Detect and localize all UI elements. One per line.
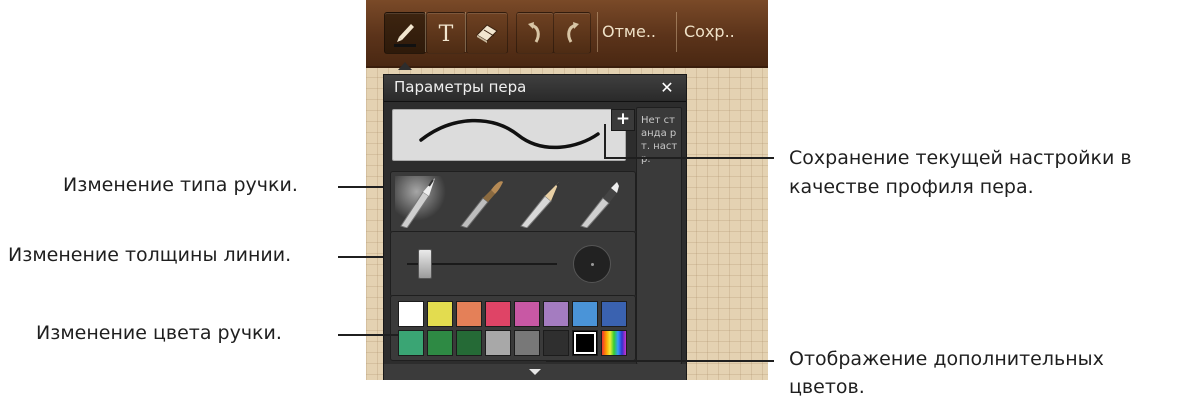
text-tool-button[interactable]: T [426,12,466,54]
undo-button[interactable] [516,12,554,54]
callout-more-colors-2: цветов. [789,376,865,398]
color-swatch[interactable] [427,301,453,327]
pen-presets-list[interactable]: Нет станда рт. настр. [636,107,682,365]
callout-line [338,256,383,258]
text-icon: T [439,22,454,46]
color-palette [390,295,636,361]
save-button[interactable]: Сохр.. [684,22,735,41]
color-swatch[interactable] [543,330,569,356]
pencil-icon [520,182,559,229]
toolbar-divider [597,12,598,52]
color-swatch[interactable] [456,330,482,356]
marker-icon [580,182,619,229]
eraser-tool-button[interactable] [466,12,508,54]
plus-icon[interactable]: + [611,109,635,131]
callout-line [338,334,398,336]
pen-icon [394,24,416,47]
brush-icon [460,181,503,229]
panel-header: Параметры пера ✕ [384,75,686,102]
color-swatch-custom[interactable] [601,330,627,356]
phone-screen: T Отме.. Сохр.. Параметры пера ✕ + Нет с… [366,0,768,380]
callout-pen-color: Изменение цвета ручки. [36,322,282,344]
thickness-slider-handle[interactable] [418,249,432,279]
color-swatch[interactable] [514,330,540,356]
panel-title: Параметры пера [394,78,527,96]
callout-save-profile-1: Сохранение текущей настройки в [789,147,1132,169]
pen-type-brush[interactable] [455,176,509,229]
cancel-button[interactable]: Отме.. [602,22,656,41]
chevron-down-icon[interactable] [529,369,541,375]
pen-type-marker[interactable] [575,176,629,229]
pen-type-selector [390,171,636,233]
color-swatch[interactable] [398,301,424,327]
color-swatch[interactable] [572,330,598,356]
callout-save-profile-2: качестве профиля пера. [789,176,1034,198]
redo-icon [567,22,579,43]
thickness-preview [573,245,611,283]
callout-line [604,124,606,158]
undo-icon [528,22,540,43]
color-swatch[interactable] [398,330,424,356]
callout-line [546,360,774,362]
callout-line [338,186,383,188]
stroke-preview [392,109,626,161]
toolbar: T Отме.. Сохр.. [366,0,768,70]
callout-line-thickness: Изменение толщины линии. [8,244,292,266]
pen-type-fountain[interactable] [395,176,449,229]
color-swatch[interactable] [572,301,598,327]
eraser-icon [476,24,498,43]
color-swatch[interactable] [456,301,482,327]
callout-pen-type: Изменение типа ручки. [63,174,298,196]
svg-text:T: T [439,22,454,46]
stroke-preview-line [419,118,600,150]
color-swatch[interactable] [601,301,627,327]
redo-button[interactable] [553,12,591,54]
color-swatch[interactable] [427,330,453,356]
callout-line [604,157,774,159]
pen-settings-panel: Параметры пера ✕ + Нет станда рт. настр. [383,74,687,380]
color-swatch[interactable] [485,330,511,356]
line-thickness-section [390,231,636,297]
pen-tool-button[interactable] [384,12,426,54]
thickness-preview-dot [591,263,594,266]
callout-more-colors-1: Отображение дополнительных [789,348,1104,370]
color-swatch[interactable] [514,301,540,327]
color-swatch[interactable] [485,301,511,327]
close-icon[interactable]: ✕ [656,78,678,98]
fountain-pen-icon [400,178,435,229]
color-swatch[interactable] [543,301,569,327]
pen-type-pencil[interactable] [515,176,569,229]
toolbar-divider [676,12,677,52]
more-colors-bar[interactable] [384,364,686,380]
active-tool-pointer [398,62,412,70]
